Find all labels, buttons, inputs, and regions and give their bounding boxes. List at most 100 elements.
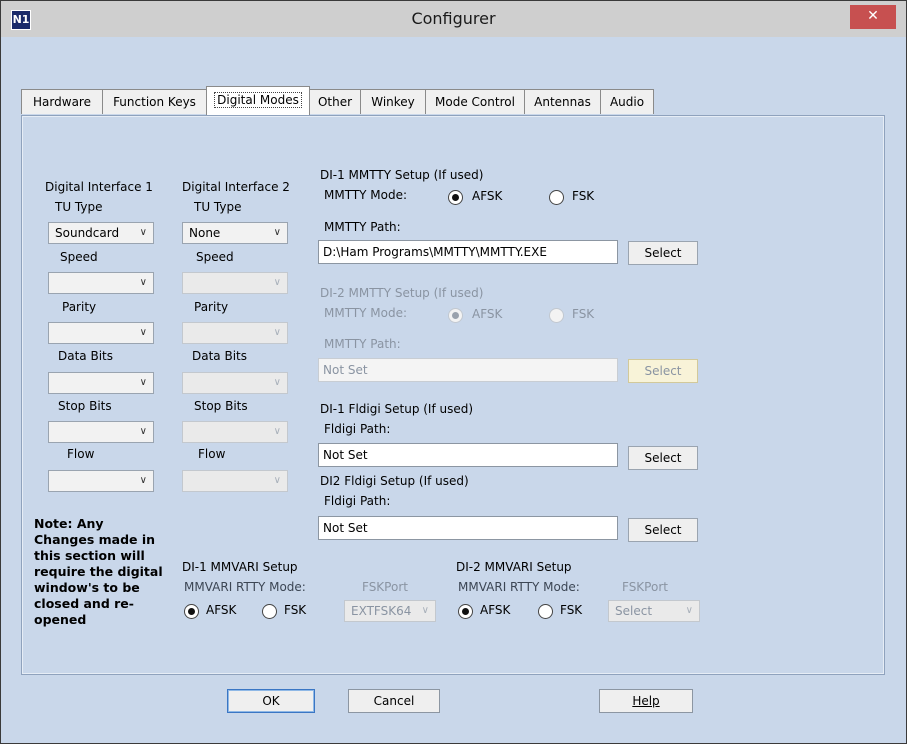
chevron-down-icon: ∨ <box>273 426 281 437</box>
di2-flow-select[interactable]: ∨ <box>182 470 288 492</box>
di2-stopbits-label: Stop Bits <box>194 399 248 413</box>
fldigi2-path-label: Fldigi Path: <box>324 494 391 508</box>
chevron-down-icon: ∨ <box>273 277 281 288</box>
restart-note: Note: Any Changes made in this section w… <box>34 516 163 627</box>
mmtty2-path-field[interactable]: Not Set <box>318 358 618 382</box>
fldigi1-path-field[interactable]: Not Set <box>318 443 618 467</box>
mmvari2-afsk-radio[interactable] <box>458 604 473 619</box>
mmvari1-fsk-radio[interactable] <box>262 604 277 619</box>
chevron-down-icon: ∨ <box>273 327 281 338</box>
fldigi1-path-label: Fldigi Path: <box>324 422 391 436</box>
di1-parity-select[interactable]: ∨ <box>48 322 154 344</box>
di1-flow-label: Flow <box>67 447 95 461</box>
di1-databits-label: Data Bits <box>58 349 113 363</box>
di1-parity-label: Parity <box>62 300 97 314</box>
di1-tu-type-select[interactable]: Soundcard ∨ <box>48 222 154 244</box>
di1-speed-select[interactable]: ∨ <box>48 272 154 294</box>
close-icon: ✕ <box>867 8 879 24</box>
tab-other[interactable]: Other <box>309 89 361 114</box>
di1-flow-select[interactable]: ∨ <box>48 470 154 492</box>
mmvari2-afsk-label[interactable]: AFSK <box>480 603 510 617</box>
di2-speed-label: Speed <box>196 250 234 264</box>
mmvari1-afsk-label[interactable]: AFSK <box>206 603 236 617</box>
mmvari2-fsk-label[interactable]: FSK <box>560 603 582 617</box>
mmtty2-mode-label: MMTTY Mode: <box>324 306 408 320</box>
title-bar[interactable]: N1 Configurer ✕ <box>1 1 906 37</box>
chevron-down-icon: ∨ <box>139 426 147 437</box>
tab-winkey[interactable]: Winkey <box>360 89 426 114</box>
window-title: Configurer <box>411 9 496 28</box>
close-button[interactable]: ✕ <box>850 5 896 29</box>
fldigi2-heading: DI2 Fldigi Setup (If used) <box>320 474 469 488</box>
mmtty1-afsk-radio[interactable] <box>448 190 463 205</box>
chevron-down-icon: ∨ <box>139 327 147 338</box>
mmtty1-select-button[interactable]: Select <box>628 241 698 265</box>
di1-databits-select[interactable]: ∨ <box>48 372 154 394</box>
mmtty1-mode-label: MMTTY Mode: <box>324 188 408 202</box>
di2-tu-label: TU Type <box>194 200 242 214</box>
di2-parity-select[interactable]: ∨ <box>182 322 288 344</box>
mmvari2-heading: DI-2 MMVARI Setup <box>456 560 572 574</box>
tab-antennas[interactable]: Antennas <box>524 89 601 114</box>
chevron-down-icon: ∨ <box>139 227 147 238</box>
mmvari2-port-label: FSKPort <box>622 580 668 594</box>
di2-stopbits-select[interactable]: ∨ <box>182 421 288 443</box>
mmvari1-fsk-label[interactable]: FSK <box>284 603 306 617</box>
mmtty1-fsk-label[interactable]: FSK <box>572 189 594 203</box>
chevron-down-icon: ∨ <box>139 377 147 388</box>
tab-audio[interactable]: Audio <box>600 89 654 114</box>
mmtty1-heading: DI-1 MMTTY Setup (If used) <box>320 168 484 182</box>
di2-heading: Digital Interface 2 <box>182 180 290 194</box>
mmtty2-fsk-label[interactable]: FSK <box>572 307 594 321</box>
di2-speed-select[interactable]: ∨ <box>182 272 288 294</box>
mmtty2-heading: DI-2 MMTTY Setup (If used) <box>320 286 484 300</box>
fldigi2-select-button[interactable]: Select <box>628 518 698 542</box>
di2-databits-label: Data Bits <box>192 349 247 363</box>
mmtty1-fsk-radio[interactable] <box>549 190 564 205</box>
di1-stopbits-select[interactable]: ∨ <box>48 421 154 443</box>
mmtty2-select-button[interactable]: Select <box>628 359 698 383</box>
chevron-down-icon: ∨ <box>273 475 281 486</box>
mmtty2-afsk-label[interactable]: AFSK <box>472 307 502 321</box>
chevron-down-icon: ∨ <box>421 605 429 616</box>
di1-stopbits-label: Stop Bits <box>58 399 112 413</box>
mmvari2-fsk-radio[interactable] <box>538 604 553 619</box>
tab-digital-modes[interactable]: Digital Modes <box>206 86 310 115</box>
di2-flow-label: Flow <box>198 447 226 461</box>
mmvari2-port-select[interactable]: Select ∨ <box>608 600 700 622</box>
cancel-button[interactable]: Cancel <box>348 689 440 713</box>
fldigi2-path-field[interactable]: Not Set <box>318 516 618 540</box>
tab-hardware[interactable]: Hardware <box>21 89 103 114</box>
chevron-down-icon: ∨ <box>139 475 147 486</box>
tab-function-keys[interactable]: Function Keys <box>102 89 207 114</box>
mmtty2-path-label: MMTTY Path: <box>324 337 401 351</box>
configurer-window: N1 Configurer ✕ Hardware Function Keys D… <box>0 0 907 744</box>
chevron-down-icon: ∨ <box>685 605 693 616</box>
di1-heading: Digital Interface 1 <box>45 180 153 194</box>
chevron-down-icon: ∨ <box>273 227 281 238</box>
mmvari1-port-label: FSKPort <box>362 580 408 594</box>
mmvari1-afsk-radio[interactable] <box>184 604 199 619</box>
mmtty2-fsk-radio[interactable] <box>549 308 564 323</box>
mmvari1-port-select[interactable]: EXTFSK64 ∨ <box>344 600 436 622</box>
mmtty2-afsk-radio[interactable] <box>448 308 463 323</box>
digital-modes-panel: Digital Interface 1 TU Type Soundcard ∨ S… <box>21 115 885 675</box>
di2-databits-select[interactable]: ∨ <box>182 372 288 394</box>
di1-speed-label: Speed <box>60 250 98 264</box>
mmtty1-path-label: MMTTY Path: <box>324 220 401 234</box>
tab-mode-control[interactable]: Mode Control <box>425 89 525 114</box>
mmvari1-heading: DI-1 MMVARI Setup <box>182 560 298 574</box>
chevron-down-icon: ∨ <box>139 277 147 288</box>
di2-tu-type-select[interactable]: None ∨ <box>182 222 288 244</box>
ok-button[interactable]: OK <box>227 689 315 713</box>
mmtty1-afsk-label[interactable]: AFSK <box>472 189 502 203</box>
fldigi1-select-button[interactable]: Select <box>628 446 698 470</box>
mmtty1-path-field[interactable]: D:\Ham Programs\MMTTY\MMTTY.EXE <box>318 240 618 264</box>
help-button[interactable]: Help <box>599 689 693 713</box>
di1-tu-label: TU Type <box>55 200 103 214</box>
di2-parity-label: Parity <box>194 300 229 314</box>
chevron-down-icon: ∨ <box>273 377 281 388</box>
mmvari2-mode-label: MMVARI RTTY Mode: <box>458 580 580 594</box>
fldigi1-heading: DI-1 Fldigi Setup (If used) <box>320 402 474 416</box>
mmvari1-mode-label: MMVARI RTTY Mode: <box>184 580 306 594</box>
